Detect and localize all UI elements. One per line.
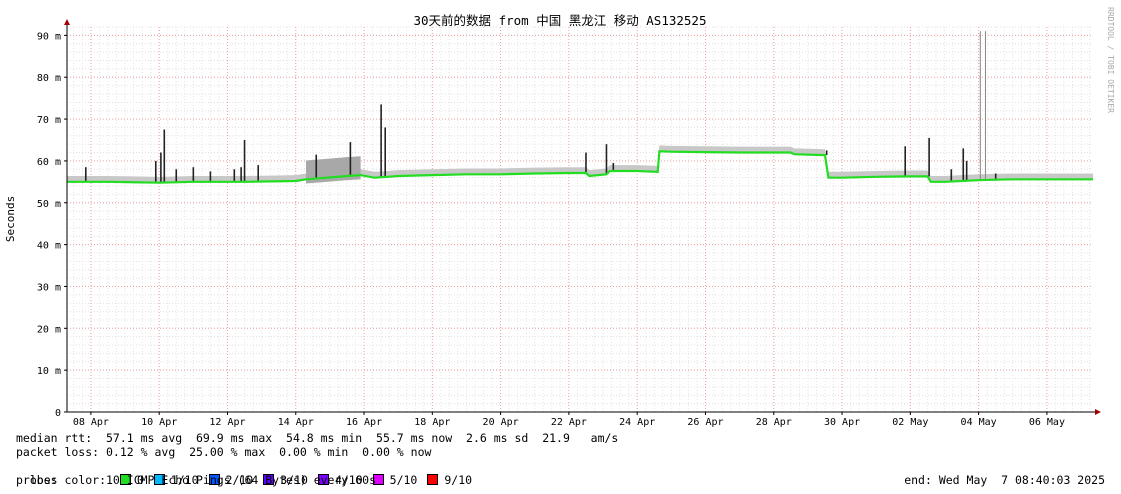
y-tick-label: 90 m [37,31,61,42]
loss-color-item: 9/10 [427,473,472,487]
x-tick-label: 22 Apr [551,417,587,428]
end-time: end: Wed May 7 08:40:03 2025 [904,473,1105,487]
x-tick-label: 20 Apr [483,417,519,428]
y-tick-label: 60 m [37,157,61,168]
loss-color-text: 9/10 [444,473,473,487]
loss-color-text: 5/10 [389,473,418,487]
y-tick-label: 10 m [37,366,61,377]
y-tick-labels: 0 10 m 20 m 30 m 40 m 50 m 60 m 70 m 80 m 90 m [37,31,61,419]
y-tick-label: 30 m [37,282,61,293]
x-axis-arrow [1095,409,1101,415]
x-tick-label: 12 Apr [209,417,245,428]
x-tick-label: 08 Apr [73,417,109,428]
y-axis-label: Seconds [4,196,17,242]
y-tick-label: 70 m [37,115,61,126]
x-tick-label: 18 Apr [414,417,450,428]
y-tick-label: 80 m [37,73,61,84]
y-axis-arrow [64,19,70,25]
loss-color-item: 5/10 [372,473,418,487]
x-tick-label: 06 May [1029,417,1065,428]
x-tick-label: 04 May [961,417,997,428]
y-tick-label: 20 m [37,324,61,335]
x-tick-label: 14 Apr [278,417,314,428]
x-tick-label: 02 May [892,417,928,428]
x-tick-label: 16 Apr [346,417,382,428]
y-tick-label: 0 [55,408,61,419]
chart-title: 30天前的数据 from 中国 黑龙江 移动 AS132525 [414,13,707,28]
grid [67,26,1093,413]
smokeping-chart: 30天前的数据 from 中国 黑龙江 移动 AS132525 Seconds … [4,7,1115,428]
probe-info: probe: 10 ICMP Echo Pings (64 Bytes) eve… [16,473,377,487]
x-tick-label: 28 Apr [756,417,792,428]
axes [64,19,1101,415]
packet-loss-stats: packet loss: 0.12 % avg 25.00 % max 0.00… [16,445,432,459]
x-tick-label: 30 Apr [824,417,860,428]
y-tick-label: 40 m [37,241,61,252]
watermark: RRDTOOL / TOBI OETIKER [1106,7,1115,113]
x-tick-label: 10 Apr [141,417,177,428]
x-tick-label: 26 Apr [687,417,723,428]
x-tick-labels: 08 Apr 10 Apr 12 Apr 14 Apr 16 Apr 18 Apr 20 A… [73,417,1065,428]
x-tick-label: 24 Apr [619,417,655,428]
y-tick-label: 50 m [37,199,61,210]
loss-color-swatch [427,474,439,485]
median-rtt-stats: median rtt: 57.1 ms avg 69.9 ms max 54.8… [16,431,619,445]
